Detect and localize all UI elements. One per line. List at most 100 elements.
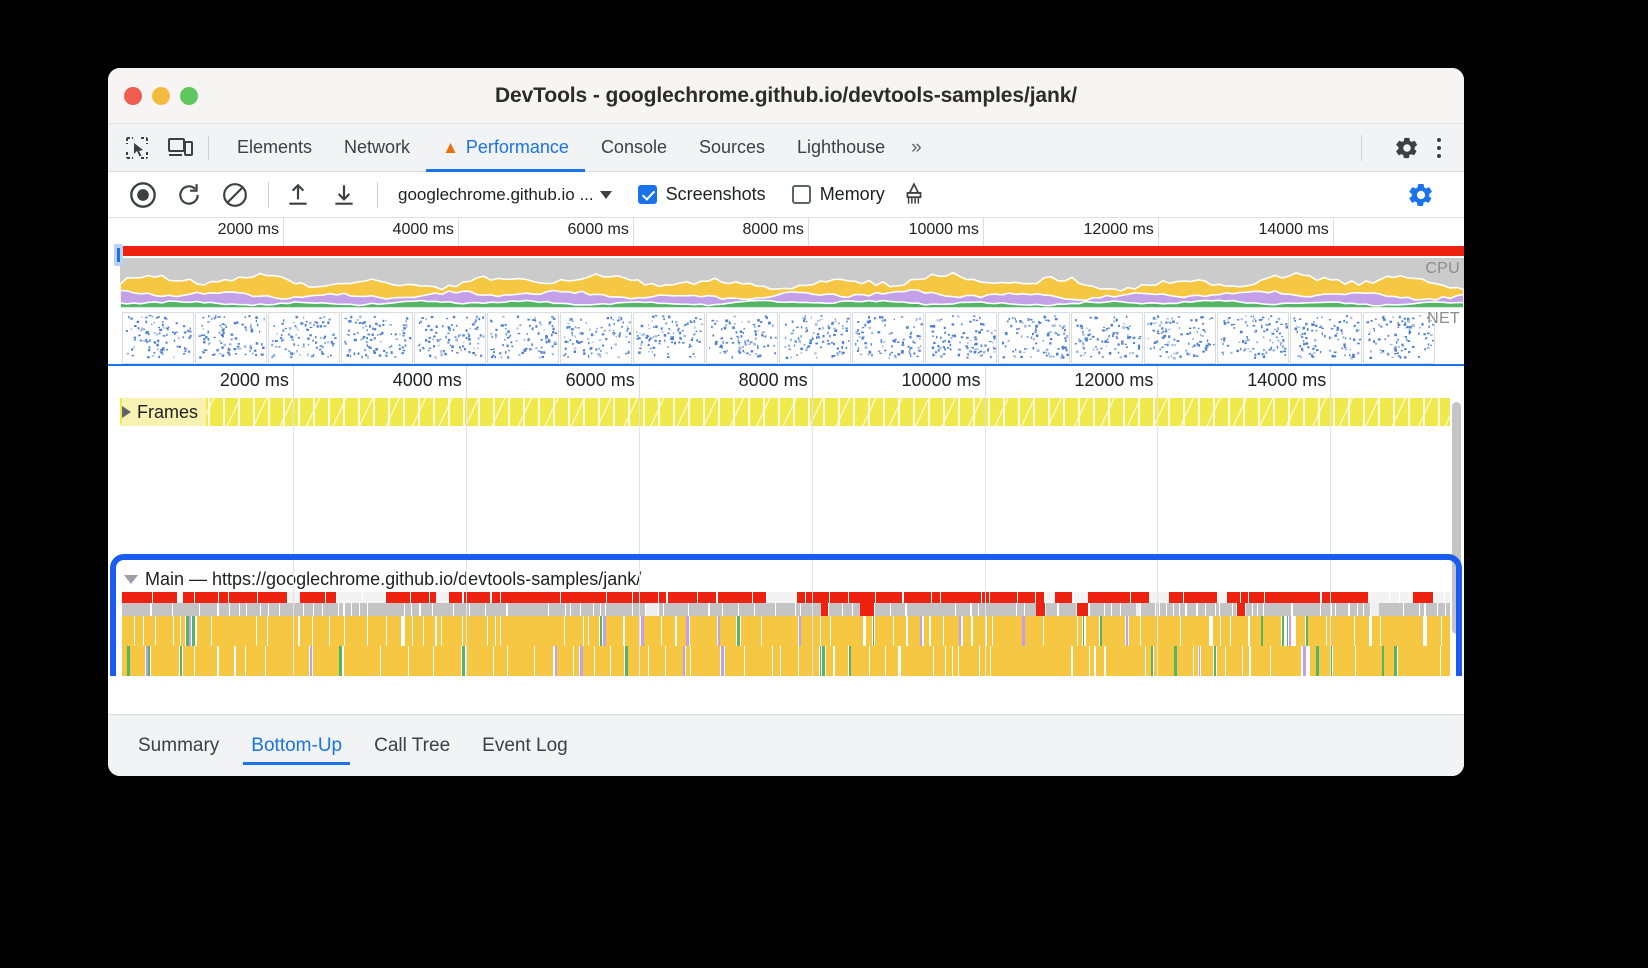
flamechart-event[interactable]	[172, 603, 182, 616]
flamechart-event[interactable]	[279, 603, 296, 616]
flamechart-event[interactable]	[1410, 646, 1421, 676]
filmstrip-frame[interactable]	[998, 312, 1070, 364]
flamechart-event[interactable]	[1128, 616, 1141, 646]
flamechart-event[interactable]	[134, 616, 144, 646]
flamechart-event[interactable]	[866, 616, 873, 646]
flamechart-event[interactable]	[1112, 603, 1121, 616]
filmstrip-frame[interactable]	[268, 312, 340, 364]
flamechart-event[interactable]	[300, 592, 326, 603]
flamechart-event[interactable]	[404, 616, 413, 646]
kebab-menu-icon[interactable]	[1426, 134, 1452, 162]
tab-elements[interactable]: Elements	[221, 124, 328, 172]
flamechart-event[interactable]	[690, 646, 700, 676]
flamechart-event[interactable]	[1398, 616, 1416, 646]
flamechart-event[interactable]	[930, 616, 943, 646]
filmstrip-frame[interactable]	[1071, 312, 1143, 364]
flamechart-event[interactable]	[633, 592, 649, 603]
flamechart-event[interactable]	[1126, 646, 1146, 676]
flamechart-event[interactable]	[819, 646, 822, 676]
flamechart-event[interactable]	[1249, 616, 1261, 646]
flamechart-event[interactable]	[228, 592, 257, 603]
flamechart-event[interactable]	[143, 616, 156, 646]
flamechart-event[interactable]	[821, 603, 828, 616]
flamechart-event[interactable]	[325, 592, 331, 603]
flamechart-event[interactable]	[1044, 592, 1055, 603]
flamechart-event[interactable]	[661, 616, 676, 646]
flamechart-event[interactable]	[972, 616, 986, 646]
flamechart-event[interactable]	[1191, 592, 1212, 603]
flamechart-event[interactable]	[526, 592, 531, 603]
flamechart-event[interactable]	[464, 603, 470, 616]
flamechart-event[interactable]	[717, 592, 738, 603]
flamechart-event[interactable]	[362, 592, 385, 603]
flamechart-event[interactable]	[649, 646, 665, 676]
flamechart-event[interactable]	[213, 603, 218, 616]
flamechart-event[interactable]	[713, 603, 722, 616]
flamechart-event[interactable]	[194, 603, 200, 616]
flamechart-event[interactable]	[1055, 646, 1072, 676]
timeline-flamechart-pane[interactable]: 2000 ms 4000 ms 6000 ms 8000 ms 10000 ms 1200…	[108, 366, 1464, 676]
flamechart-event[interactable]	[338, 603, 344, 616]
flamechart-event[interactable]	[1292, 592, 1321, 603]
flamechart-scrollbar-thumb[interactable]	[1452, 402, 1461, 634]
flamechart-event[interactable]	[1348, 646, 1356, 676]
flamechart-event[interactable]	[1349, 603, 1358, 616]
flamechart-event[interactable]	[1321, 592, 1334, 603]
flamechart-event[interactable]	[900, 646, 908, 676]
flamechart-event[interactable]	[122, 592, 131, 603]
flamechart-event[interactable]	[826, 646, 834, 676]
filmstrip-frame[interactable]	[560, 312, 632, 364]
flamechart-event[interactable]	[1159, 603, 1167, 616]
flamechart-event[interactable]	[600, 646, 610, 676]
flamechart-event[interactable]	[122, 646, 127, 676]
flamechart-event[interactable]	[1177, 646, 1194, 676]
flamechart-event[interactable]	[852, 603, 860, 616]
flamechart-event[interactable]	[287, 616, 299, 646]
flamechart-event[interactable]	[581, 603, 594, 616]
flamechart-event[interactable]	[1055, 592, 1073, 603]
flamechart-event[interactable]	[874, 603, 891, 616]
flamechart-event[interactable]	[183, 592, 195, 603]
flamechart-event[interactable]	[944, 616, 959, 646]
flamechart-event[interactable]	[394, 603, 405, 616]
filmstrip-frame[interactable]	[633, 312, 705, 364]
overview-window-handle-left[interactable]	[114, 244, 123, 266]
flamechart-event[interactable]	[303, 603, 314, 616]
flamechart-event[interactable]	[401, 616, 404, 646]
flamechart-event[interactable]	[330, 616, 345, 646]
flamechart-event[interactable]	[644, 616, 662, 646]
flamechart-event[interactable]	[1019, 646, 1036, 676]
flamechart-event[interactable]	[1077, 616, 1083, 646]
flamechart-event[interactable]	[465, 646, 471, 676]
flamechart-event[interactable]	[1307, 603, 1321, 616]
flamechart-event[interactable]	[344, 616, 356, 646]
flamechart-event[interactable]	[367, 603, 380, 616]
flamechart-event[interactable]	[989, 592, 1018, 603]
flamechart-event[interactable]	[772, 646, 780, 676]
flamechart-event[interactable]	[235, 646, 246, 676]
flamechart-event[interactable]	[580, 592, 606, 603]
flamechart-event[interactable]	[130, 592, 153, 603]
flamechart-event[interactable]	[753, 592, 767, 603]
flamechart-event[interactable]	[958, 592, 981, 603]
flamechart-event[interactable]	[287, 592, 300, 603]
flamechart-event[interactable]	[1131, 592, 1149, 603]
flamechart-event[interactable]	[1270, 646, 1288, 676]
flamechart-event[interactable]	[433, 603, 441, 616]
filmstrip-frame[interactable]	[779, 312, 851, 364]
tab-event-log[interactable]: Event Log	[466, 715, 584, 777]
flamechart-event[interactable]	[196, 616, 202, 646]
flamechart-event[interactable]	[1180, 616, 1187, 646]
flamechart-event[interactable]	[245, 646, 265, 676]
flamechart-event[interactable]	[807, 646, 820, 676]
flamechart-event[interactable]	[903, 592, 932, 603]
flamechart-event[interactable]	[331, 592, 337, 603]
flamechart-event[interactable]	[740, 616, 761, 646]
flamechart-event[interactable]	[1073, 592, 1088, 603]
flamechart-event[interactable]	[848, 592, 875, 603]
flamechart-event[interactable]	[940, 603, 956, 616]
flamechart-event[interactable]	[1151, 646, 1153, 676]
flamechart-event[interactable]	[420, 603, 432, 616]
flamechart-event[interactable]	[1212, 592, 1218, 603]
flamechart-event[interactable]	[1154, 646, 1174, 676]
